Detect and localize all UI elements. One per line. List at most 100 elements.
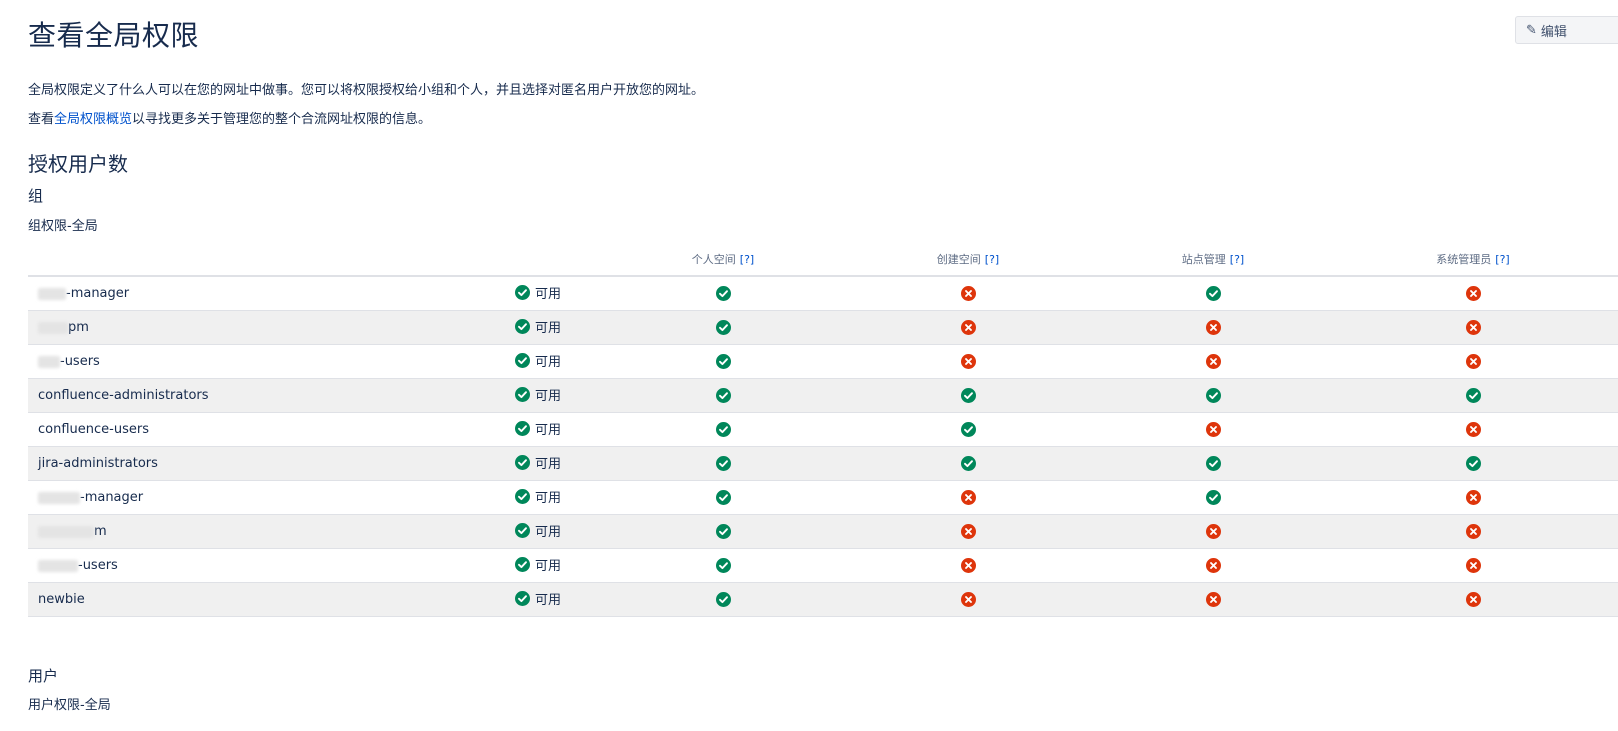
permission-cell [838,548,1098,583]
permission-cell [608,344,838,379]
intro-overview-line: 查看全局权限概览以寻找更多关于管理您的整个合流网址权限的信息。 [28,108,431,127]
groups-heading: 组 [28,187,44,205]
table-row: -users 可用 [28,548,1618,583]
check-circle-icon [1205,286,1221,301]
permission-cell [1328,344,1618,379]
status-label: 可用 [534,491,561,506]
edit-button[interactable]: ✎ 编辑 [1515,16,1618,44]
permission-cell [1098,446,1328,481]
table-row: confluence-administrators 可用 [28,378,1618,413]
redacted-mask [38,525,94,538]
redacted-mask [38,559,78,572]
permission-cell [1098,412,1328,447]
check-circle-icon [514,319,530,334]
check-circle-icon [1205,456,1221,471]
permission-cell [608,480,838,515]
check-circle-icon [514,285,530,300]
status-badge: 可用 [514,453,561,472]
permission-cell [1098,378,1328,413]
cross-circle-icon [1205,422,1221,437]
group-name: -users [78,558,118,573]
group-name-cell: -manager [28,276,468,311]
cross-circle-icon [960,490,976,505]
status-label: 可用 [534,287,561,302]
check-circle-icon [715,490,731,505]
check-circle-icon [514,523,530,538]
status-label: 可用 [534,321,561,336]
status-badge: 可用 [514,385,561,404]
cross-circle-icon [960,320,976,335]
status-badge: 可用 [514,555,561,574]
help-link[interactable]: [?] [1230,253,1244,266]
redacted-mask [38,287,66,300]
permission-cell [1328,582,1618,617]
group-name-cell: m [28,514,468,549]
check-circle-icon [1465,388,1481,403]
check-circle-icon [960,388,976,403]
help-link[interactable]: [?] [985,253,999,266]
users-caption: 用户权限-全局 [28,698,111,713]
table-row: confluence-users 可用 [28,412,1618,447]
cross-circle-icon [960,558,976,573]
check-circle-icon [715,388,731,403]
help-link[interactable]: [?] [1495,253,1509,266]
group-name: -users [60,354,100,369]
table-row: newbie 可用 [28,582,1618,617]
group-name: newbie [38,592,85,607]
cross-circle-icon [1205,592,1221,607]
check-circle-icon [1205,490,1221,505]
table-row: m 可用 [28,514,1618,549]
permission-cell [1328,480,1618,515]
cross-circle-icon [1205,524,1221,539]
permission-cell [1328,378,1618,413]
column-header-site-admin: 站点管理 [?] [1098,243,1328,277]
groups-caption: 组权限-全局 [28,219,98,234]
group-name-cell: -users [28,548,468,583]
status-label: 可用 [534,389,561,404]
users-heading: 用户 [28,667,59,685]
permission-cell [1328,310,1618,345]
permission-cell [838,310,1098,345]
group-name: confluence-administrators [38,388,209,403]
status-cell: 可用 [468,582,608,617]
help-link[interactable]: [?] [740,253,754,266]
status-badge: 可用 [514,521,561,540]
check-circle-icon [715,286,731,301]
overview-link[interactable]: 全局权限概览 [54,112,132,127]
permission-cell [608,446,838,481]
cross-circle-icon [960,524,976,539]
cross-circle-icon [1465,286,1481,301]
check-circle-icon [1465,456,1481,471]
permission-cell [1098,514,1328,549]
permission-cell [608,412,838,447]
check-circle-icon [514,455,530,470]
status-cell: 可用 [468,344,608,379]
status-label: 可用 [534,593,561,608]
group-name-cell: -manager [28,480,468,515]
permission-cell [1328,412,1618,447]
group-name-cell: confluence-administrators [28,378,468,413]
page-title: 查看全局权限 [28,19,200,52]
permission-cell [608,276,838,311]
status-cell: 可用 [468,548,608,583]
redacted-mask [38,491,80,504]
check-circle-icon [514,353,530,368]
check-circle-icon [514,387,530,402]
check-circle-icon [715,354,731,369]
status-cell: 可用 [468,276,608,311]
group-name-cell: -users [28,344,468,379]
global-permissions-page: 查看全局权限 ✎ 编辑 全局权限定义了什么人可以在您的网址中做事。您可以将权限授… [0,0,1618,731]
group-name-cell: jira-administrators [28,446,468,481]
cross-circle-icon [1465,592,1481,607]
status-cell: 可用 [468,446,608,481]
permission-cell [608,548,838,583]
permission-cell [1098,310,1328,345]
column-header-status [468,243,608,277]
status-label: 可用 [534,457,561,472]
cross-circle-icon [1465,558,1481,573]
status-badge: 可用 [514,283,561,302]
status-badge: 可用 [514,589,561,608]
table-row: -users 可用 [28,344,1618,379]
group-name: -manager [80,490,144,505]
permission-cell [1328,446,1618,481]
